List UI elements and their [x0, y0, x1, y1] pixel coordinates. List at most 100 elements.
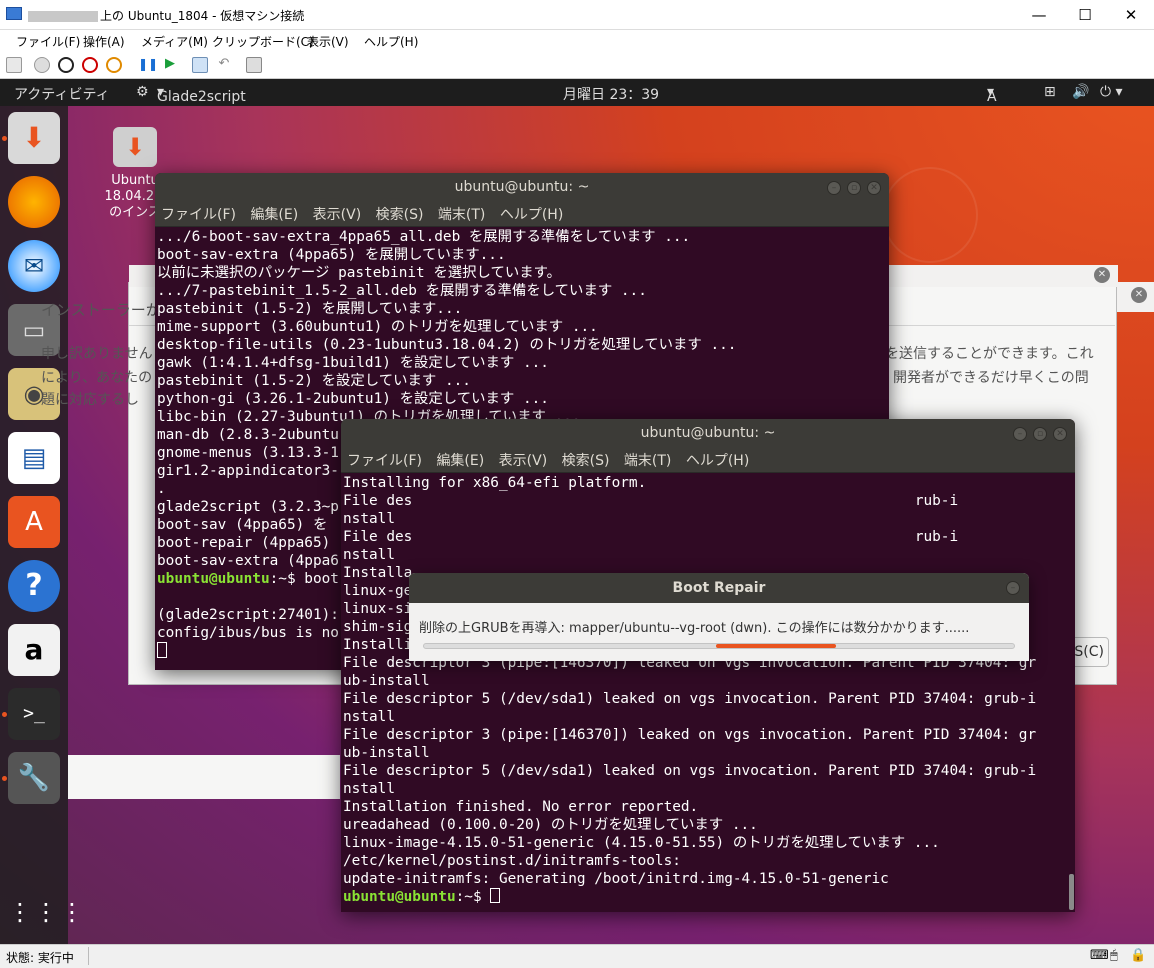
- menu-help[interactable]: ヘルプ(H): [364, 33, 418, 50]
- terminal-1-close-icon[interactable]: ✕: [867, 181, 881, 195]
- terminal-line: nstall: [343, 511, 395, 527]
- input-method-label: A: [987, 89, 997, 105]
- volume-icon[interactable]: 🔊: [1072, 84, 1089, 100]
- clock[interactable]: 月曜日 23：39: [563, 84, 659, 104]
- text-cursor: [490, 888, 501, 903]
- terminal-2-title: ubuntu@ubuntu: ~: [341, 419, 1075, 449]
- menu-media[interactable]: メディア(M): [141, 33, 208, 50]
- show-apps-icon[interactable]: ⋮⋮⋮: [8, 886, 84, 938]
- terminal-line: File descriptor 3 (pipe:[146370]) leaked…: [343, 727, 1037, 743]
- activities-button[interactable]: アクティビティ: [14, 84, 110, 104]
- terminal-line: /etc/kernel/postinst.d/initramfs-tools:: [343, 853, 681, 869]
- installer-title: インストーラーか: [41, 301, 161, 319]
- checkpoint-icon[interactable]: [192, 57, 208, 73]
- dock-terminal-icon[interactable]: >_: [8, 688, 60, 740]
- close-button[interactable]: ✕: [1108, 0, 1154, 30]
- running-indicator: [2, 776, 7, 781]
- terminal-line: 以前に未選択のパッケージ pastebinit を選択しています。: [157, 265, 562, 281]
- ctrl-alt-del-icon[interactable]: [6, 57, 22, 73]
- host-toolbar: ❚❚ ▶ ↶: [0, 52, 1154, 79]
- running-indicator: [2, 712, 7, 717]
- terminal-2-close-icon[interactable]: ✕: [1053, 427, 1067, 441]
- enhanced-session-icon[interactable]: [246, 57, 262, 73]
- installer-action-label: S(C): [1074, 644, 1104, 660]
- terminal-line: File descriptor 5 (/dev/sda1) leaked on …: [343, 763, 1037, 779]
- t2-menu-help[interactable]: ヘルプ(H): [686, 453, 749, 469]
- minimize-button[interactable]: —: [1016, 0, 1062, 30]
- dock-firefox-icon[interactable]: [8, 176, 60, 228]
- installer-close-icon[interactable]: ✕: [1094, 267, 1110, 283]
- t2-menu-search[interactable]: 検索(S): [562, 453, 610, 469]
- t2-menu-file[interactable]: ファイル(F): [347, 453, 422, 469]
- save-state-icon[interactable]: [106, 57, 122, 73]
- t1-menu-search[interactable]: 検索(S): [376, 207, 424, 223]
- t1-menu-help[interactable]: ヘルプ(H): [500, 207, 563, 223]
- pause-icon[interactable]: ❚❚: [138, 57, 158, 73]
- power-icon[interactable]: ⏻ ▾: [1100, 84, 1123, 100]
- terminal-2-maximize-icon[interactable]: ▫: [1033, 427, 1047, 441]
- dock-writer-icon[interactable]: ▤: [8, 432, 60, 484]
- dock-boot-repair-icon[interactable]: 🔧: [8, 752, 60, 804]
- boot-repair-close-icon[interactable]: –: [1006, 581, 1020, 595]
- prompt-user: ubuntu@ubuntu: [157, 571, 270, 587]
- dock-thunderbird-icon[interactable]: ✉: [8, 240, 60, 292]
- terminal-2-minimize-icon[interactable]: –: [1013, 427, 1027, 441]
- dock-help-icon[interactable]: ?: [8, 560, 60, 612]
- terminal-line: ureadahead (0.100.0-20) のトリガを処理しています ...: [343, 817, 758, 833]
- boot-repair-title: Boot Repair: [409, 573, 1029, 603]
- t1-menu-terminal[interactable]: 端末(T): [438, 207, 485, 223]
- maximize-button[interactable]: ☐: [1062, 0, 1108, 30]
- menu-view[interactable]: 表示(V): [307, 33, 349, 50]
- boot-repair-dialog: Boot Repair – 削除の上GRUBを再導入: mapper/ubunt…: [409, 573, 1029, 661]
- revert-icon[interactable]: ↶: [216, 57, 232, 73]
- t1-menu-edit[interactable]: 編集(E): [250, 207, 298, 223]
- terminal-line: desktop-file-utils (0.23-1ubuntu3.18.04.…: [157, 337, 737, 353]
- t2-menu-view[interactable]: 表示(V): [499, 453, 548, 469]
- t1-menu-file[interactable]: ファイル(F): [161, 207, 236, 223]
- running-indicator: [2, 136, 7, 141]
- host-window-title: 上の Ubuntu_1804 - 仮想マシン接続: [100, 9, 305, 23]
- vm-status: 状態: 実行中: [6, 951, 74, 965]
- installer-action-button[interactable]: S(C): [1069, 637, 1109, 667]
- host-menubar: ファイル(F) 操作(A) メディア(M) クリップボード(C) 表示(V) ヘ…: [0, 30, 1154, 52]
- dock-software-icon[interactable]: A: [8, 496, 60, 548]
- shutdown-icon[interactable]: [82, 57, 98, 73]
- terminal-line: pastebinit (1.5-2) を展開しています...: [157, 301, 463, 317]
- terminal-line: .../6-boot-sav-extra_4ppa65_all.deb を展開す…: [157, 229, 691, 245]
- t2-menu-edit[interactable]: 編集(E): [436, 453, 484, 469]
- status-divider: [88, 947, 89, 965]
- terminal-1-minimize-icon[interactable]: –: [827, 181, 841, 195]
- host-titlebar: 上の Ubuntu_1804 - 仮想マシン接続 — ☐ ✕: [0, 0, 1154, 30]
- installer-text-right-1: を送信することができます。これ: [885, 346, 1094, 362]
- menu-action[interactable]: 操作(A): [83, 33, 125, 50]
- dock: ⬇ ✉ ▭ ◉ ▤ A ? a >_ 🔧 ⋮⋮⋮: [0, 106, 84, 944]
- terminal-2-output[interactable]: Installing for x86_64-efi platform. File …: [341, 473, 1075, 912]
- resume-icon[interactable]: ▶: [162, 57, 178, 73]
- t1-menu-view[interactable]: 表示(V): [313, 207, 362, 223]
- menu-clipboard[interactable]: クリップボード(C): [212, 33, 314, 50]
- dock-installer-icon[interactable]: ⬇: [8, 112, 60, 164]
- guest-screen: アクティビティ ⚙ Glade2script ▾ 月曜日 23：39 A ▾ ⊞…: [0, 79, 1154, 944]
- start-icon[interactable]: [34, 57, 50, 73]
- terminal-line: pastebinit (1.5-2) を設定しています ...: [157, 373, 471, 389]
- terminal-1-maximize-icon[interactable]: ▫: [847, 181, 861, 195]
- terminal-1-menubar: ファイル(F) 編集(E) 表示(V) 検索(S) 端末(T) ヘルプ(H): [155, 203, 889, 227]
- terminal-2-scrollbar[interactable]: [1069, 874, 1074, 910]
- turn-off-icon[interactable]: [58, 57, 74, 73]
- t2-menu-terminal[interactable]: 端末(T): [624, 453, 671, 469]
- app-menu-icon: ⚙: [136, 84, 149, 100]
- host-statusbar: 状態: 実行中 ⌨ 🖱 🔒: [0, 944, 1154, 968]
- installer-text-left-2: により、あなたの: [41, 370, 153, 386]
- menu-file[interactable]: ファイル(F): [16, 33, 80, 50]
- vm-connect-icon: [6, 7, 22, 20]
- app-menu-button[interactable]: Glade2script ▾: [157, 84, 246, 105]
- network-icon[interactable]: ⊞: [1044, 84, 1056, 100]
- terminal-line: boot-sav-extra (4ppa65) を展開しています...: [157, 247, 506, 263]
- installer-lower-panel: [68, 755, 340, 799]
- dock-amazon-icon[interactable]: a: [8, 624, 60, 676]
- input-method-button[interactable]: A ▾: [987, 84, 997, 105]
- terminal-line: update-initramfs: Generating /boot/initr…: [343, 871, 889, 887]
- boot-repair-message: 削除の上GRUBを再導入: mapper/ubuntu--vg-root (dw…: [419, 621, 970, 636]
- installer-right-close-icon[interactable]: ✕: [1131, 287, 1147, 303]
- boot-repair-progress-fill: [716, 644, 836, 648]
